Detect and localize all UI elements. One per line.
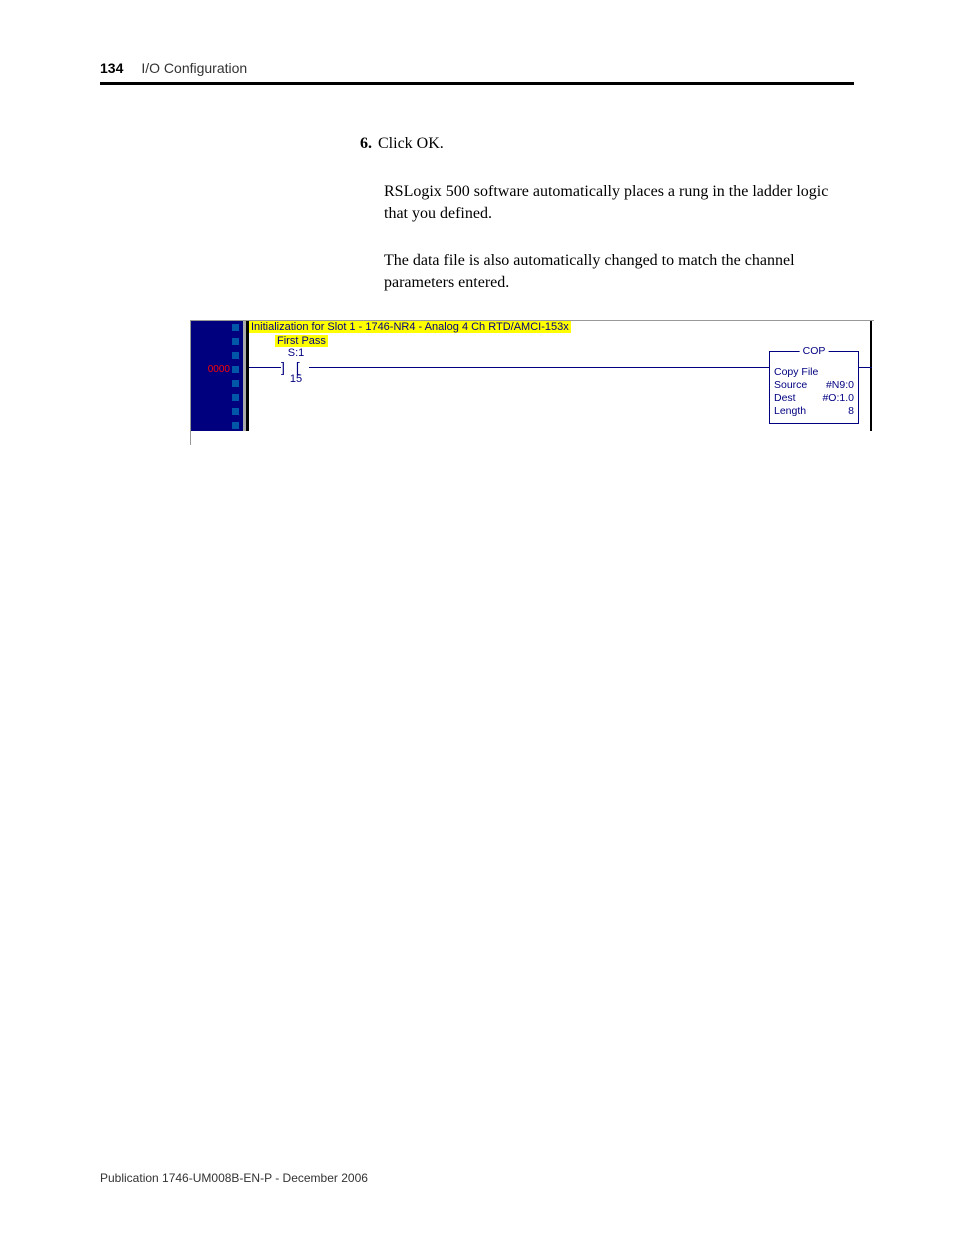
gutter-bullet-icon — [232, 338, 239, 345]
cop-dest-value: #O:1.0 — [822, 392, 854, 405]
rung-comment: Initialization for Slot 1 - 1746-NR4 - A… — [249, 321, 571, 333]
gutter-bullet-icon — [232, 380, 239, 387]
cop-source-label: Source — [774, 379, 807, 392]
contact-address-top: S:1 — [265, 347, 327, 359]
step-line: 6. Click OK. — [360, 135, 854, 153]
cop-length-label: Length — [774, 405, 806, 418]
ladder-screenshot: 0000 Initialization for Slot 1 - 1746-NR… — [190, 320, 874, 445]
paragraph-1: RSLogix 500 software automatically place… — [384, 181, 854, 224]
page-footer: Publication 1746-UM008B-EN-P - December … — [100, 1171, 368, 1185]
cop-instruction: COP Copy File Source #N9:0 Dest #O:1.0 L… — [769, 351, 859, 424]
cop-length-value: 8 — [848, 405, 854, 418]
rung-wire-icon — [859, 367, 872, 368]
ladder-body: Initialization for Slot 1 - 1746-NR4 - A… — [243, 321, 874, 431]
step-number: 6. — [360, 135, 372, 153]
xic-contact-icon: ][ — [281, 359, 299, 375]
rung-wire-icon — [249, 367, 281, 368]
contact-label: First Pass — [275, 335, 328, 347]
step-text: Click OK. — [378, 135, 444, 153]
chapter-title: I/O Configuration — [141, 60, 247, 76]
cop-title: COP — [800, 345, 829, 357]
gutter-bullet-icon — [232, 352, 239, 359]
ladder-rail-left-icon — [246, 321, 249, 431]
rung-number: 0000 — [208, 363, 232, 376]
rung-wire-icon — [309, 367, 769, 368]
ladder-rail-right-icon — [870, 321, 872, 431]
page-header: 134 I/O Configuration — [100, 60, 854, 85]
gutter-bullet-icon — [232, 394, 239, 401]
page-number: 134 — [100, 60, 123, 76]
gutter-bullet-icon — [232, 366, 239, 373]
cop-name: Copy File — [774, 366, 818, 379]
cop-dest-label: Dest — [774, 392, 796, 405]
content-body: 6. Click OK. RSLogix 500 software automa… — [360, 135, 854, 319]
ladder-gutter: 0000 — [191, 321, 243, 431]
gutter-bullet-icon — [232, 422, 239, 429]
gutter-bullet-icon — [232, 324, 239, 331]
gutter-bullet-icon — [232, 408, 239, 415]
paragraph-2: The data file is also automatically chan… — [384, 250, 854, 293]
cop-source-value: #N9:0 — [826, 379, 854, 392]
